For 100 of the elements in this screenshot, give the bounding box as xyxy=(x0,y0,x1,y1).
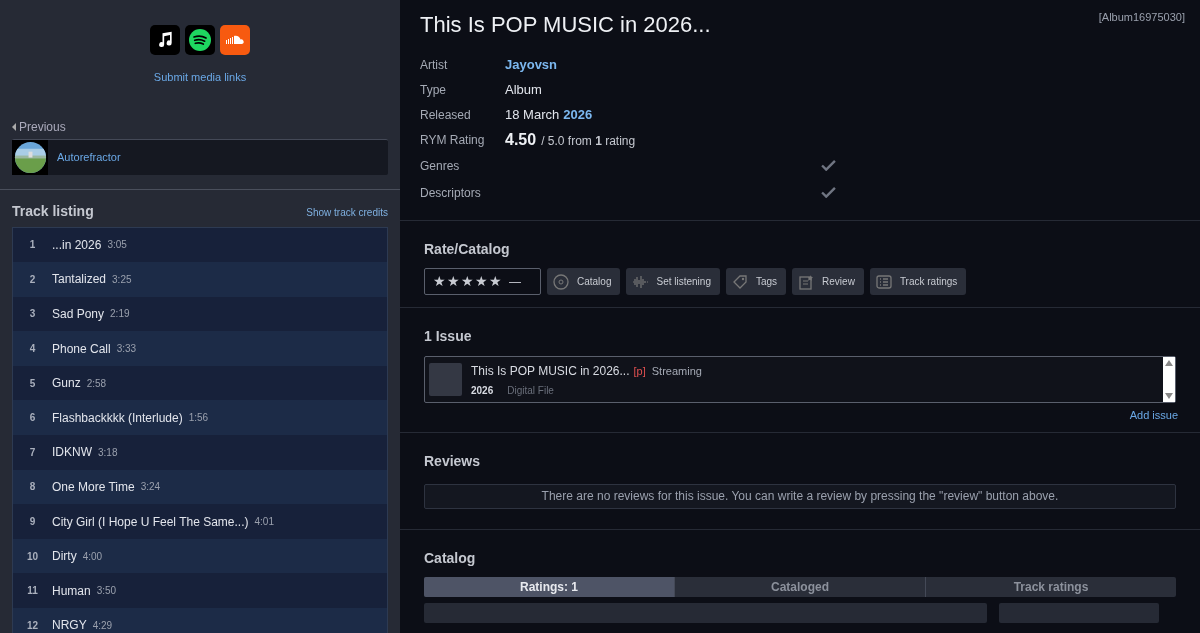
empty-message: There are no reviews for this issue. You can write a review by pressing the "review" button above. xyxy=(424,483,1176,509)
track-title: ...in 2026 xyxy=(52,236,102,254)
track-row[interactable]: 9 City Girl (I Hope U Feel The Same...) 4:01 xyxy=(13,504,387,539)
action-button[interactable]: Set listening xyxy=(626,268,720,295)
artist-link[interactable]: Jayovsn xyxy=(505,54,558,75)
section-title: Rate/Catalog xyxy=(424,240,511,259)
track-row[interactable]: 5 Gunz 2:58 xyxy=(13,365,387,401)
action-button[interactable]: Catalog xyxy=(547,268,621,295)
previous-link[interactable]: Previous xyxy=(19,117,66,136)
track-title: Flashbackkkk (Interlude) xyxy=(52,409,183,427)
section-title: Catalog xyxy=(424,548,477,568)
track-number: 3 xyxy=(28,307,37,322)
track-length: 3:25 xyxy=(112,272,132,287)
track-number: 10 xyxy=(25,549,40,564)
field-label: Released xyxy=(420,106,472,124)
release-date: 18 March xyxy=(505,105,560,124)
issue-format: Streaming xyxy=(651,363,702,379)
track-row[interactable]: 10 Dirty 4:00 xyxy=(13,538,387,574)
track-length: 4:00 xyxy=(82,549,103,564)
field-label: RYM Rating xyxy=(420,131,486,149)
track-number: 12 xyxy=(25,618,40,633)
cloud-icon[interactable] xyxy=(220,25,250,55)
track-number: 9 xyxy=(28,515,37,530)
action-button[interactable]: Tags xyxy=(725,268,787,295)
music-note-icon[interactable] xyxy=(150,25,180,55)
track-number: 2 xyxy=(28,272,37,287)
track-row[interactable]: 2 Tantalized 3:25 xyxy=(13,262,387,297)
issue-year: 2026 xyxy=(471,383,494,398)
track-length: 4:29 xyxy=(92,618,113,633)
field-label: Descriptors xyxy=(420,184,482,202)
track-length: 3:33 xyxy=(116,342,137,357)
action-button[interactable]: Review xyxy=(792,268,864,295)
scroll-up-icon[interactable] xyxy=(1165,360,1173,366)
track-credits-link[interactable]: Show track credits xyxy=(306,204,388,222)
track-title: NRGY xyxy=(52,617,87,633)
track-length: 3:24 xyxy=(140,480,161,495)
track-row[interactable]: 3 Sad Pony 2:19 xyxy=(13,296,387,332)
section-title: Track listing xyxy=(12,201,94,221)
section-title: 1 Issue xyxy=(424,327,473,346)
cover-placeholder xyxy=(429,363,462,396)
scroll-down-icon[interactable] xyxy=(1165,393,1173,399)
track-title: Human xyxy=(52,582,91,600)
track-row[interactable]: 8 One More Time 3:24 xyxy=(13,469,387,505)
track-length: 4:01 xyxy=(254,515,274,530)
field-label: Genres xyxy=(420,157,461,175)
add-issue-link[interactable]: Add issue xyxy=(1129,407,1178,424)
field-label: Type xyxy=(420,81,447,99)
previous-card[interactable]: Autorefractor xyxy=(12,138,388,175)
checkmark-icon[interactable] xyxy=(821,160,836,171)
track-number: 7 xyxy=(28,445,37,460)
issue-card[interactable]: This Is POP MUSIC in 2026... [p] Streaming 2026 Digital File xyxy=(424,356,1176,403)
track-length: 2:19 xyxy=(110,307,130,322)
track-length: 3:18 xyxy=(98,445,118,460)
track-length: 1:56 xyxy=(188,411,209,426)
track-number: 4 xyxy=(28,342,37,357)
track-row[interactable]: 12 NRGY 4:29 xyxy=(13,608,387,633)
field-value: Album xyxy=(505,80,542,99)
year-link[interactable]: 2026 xyxy=(563,104,593,125)
track-title: City Girl (I Hope U Feel The Same...) xyxy=(52,513,249,531)
track-row[interactable]: 7 IDKNW 3:18 xyxy=(13,435,387,470)
track-number: 1 xyxy=(28,238,37,253)
track-title: Sad Pony xyxy=(52,306,105,323)
album-title: This Is POP MUSIC in 2026... xyxy=(420,12,711,38)
catalog-tab[interactable]: Cataloged xyxy=(674,576,925,597)
issue-tag: [p] xyxy=(633,362,646,379)
rating-input[interactable]: ★★★★★ — xyxy=(424,268,541,295)
track-row[interactable]: 11 Human 3:50 xyxy=(13,573,387,609)
track-row[interactable]: 4 Phone Call 3:33 xyxy=(13,331,387,366)
track-length: 2:58 xyxy=(86,376,107,391)
track-title: Gunz xyxy=(52,375,81,393)
issue-medium: Digital File xyxy=(507,383,554,398)
track-title: Dirty xyxy=(52,548,77,566)
disc-icon xyxy=(552,272,570,291)
submit-link[interactable]: Submit media links xyxy=(153,69,247,86)
spotify-icon[interactable] xyxy=(185,25,215,55)
track-number: 8 xyxy=(28,480,37,495)
track-length: 3:05 xyxy=(107,238,127,253)
action-button[interactable]: Track ratings xyxy=(869,268,967,295)
track-title: IDKNW xyxy=(52,444,92,462)
catalog-tab[interactable]: Ratings: 1 xyxy=(424,576,674,597)
section-title: Reviews xyxy=(424,451,482,471)
rating-score: 4.50 xyxy=(505,129,537,150)
caret-icon xyxy=(12,122,16,131)
track-title: One More Time xyxy=(52,478,135,496)
track-number: 5 xyxy=(28,376,37,391)
scrollbar[interactable] xyxy=(1163,357,1175,402)
track-row[interactable]: 6 Flashbackkkk (Interlude) 1:56 xyxy=(13,400,387,436)
track-number: 11 xyxy=(26,584,39,599)
track-number: 6 xyxy=(28,411,37,426)
catalog-tab[interactable]: Track ratings xyxy=(925,576,1176,597)
list-icon xyxy=(874,272,893,291)
album-title[interactable]: Autorefractor xyxy=(57,148,121,166)
issue-title: This Is POP MUSIC in 2026... xyxy=(471,362,630,380)
track-length: 3:50 xyxy=(96,584,117,599)
rating-details: / 5.0 from 1 rating xyxy=(541,132,636,150)
track-row[interactable]: 1 ...in 2026 3:05 xyxy=(13,227,387,263)
field-label: Artist xyxy=(420,56,449,74)
album-id: [Album16975030] xyxy=(1098,10,1185,25)
track-title: Tantalized xyxy=(52,271,107,289)
checkmark-icon[interactable] xyxy=(821,187,836,198)
